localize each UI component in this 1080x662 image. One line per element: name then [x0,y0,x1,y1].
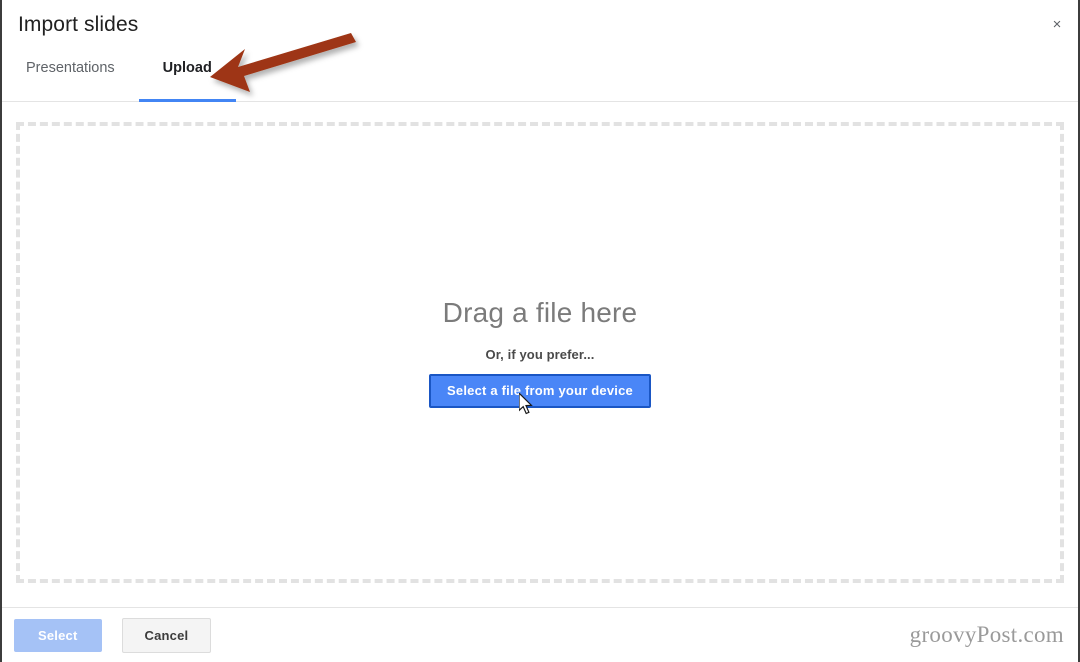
dialog-title: Import slides [18,13,139,36]
file-dropzone[interactable]: Drag a file here Or, if you prefer... Se… [16,122,1064,583]
cancel-button[interactable]: Cancel [121,617,212,653]
tab-upload-label: Upload [162,60,212,76]
select-button[interactable]: Select [14,618,102,652]
import-slides-dialog: Import slides × Presentations Upload Dra… [0,0,1080,662]
dialog-header: Import slides × Presentations Upload [2,0,1078,102]
close-icon[interactable]: × [1045,13,1069,37]
tab-upload[interactable]: Upload [138,60,236,102]
tab-presentations[interactable]: Presentations [2,60,139,102]
tab-bar: Presentations Upload [2,60,236,102]
watermark-text: groovyPost.com [909,622,1064,647]
dialog-body: Drag a file here Or, if you prefer... Se… [2,102,1078,607]
dropzone-subtitle: Or, if you prefer... [485,347,595,362]
dropzone-title: Drag a file here [442,297,638,328]
dialog-footer: Select Cancel groovyPost.com [2,607,1078,662]
tab-presentations-label: Presentations [26,60,115,76]
select-file-from-device-button[interactable]: Select a file from your device [429,374,651,408]
